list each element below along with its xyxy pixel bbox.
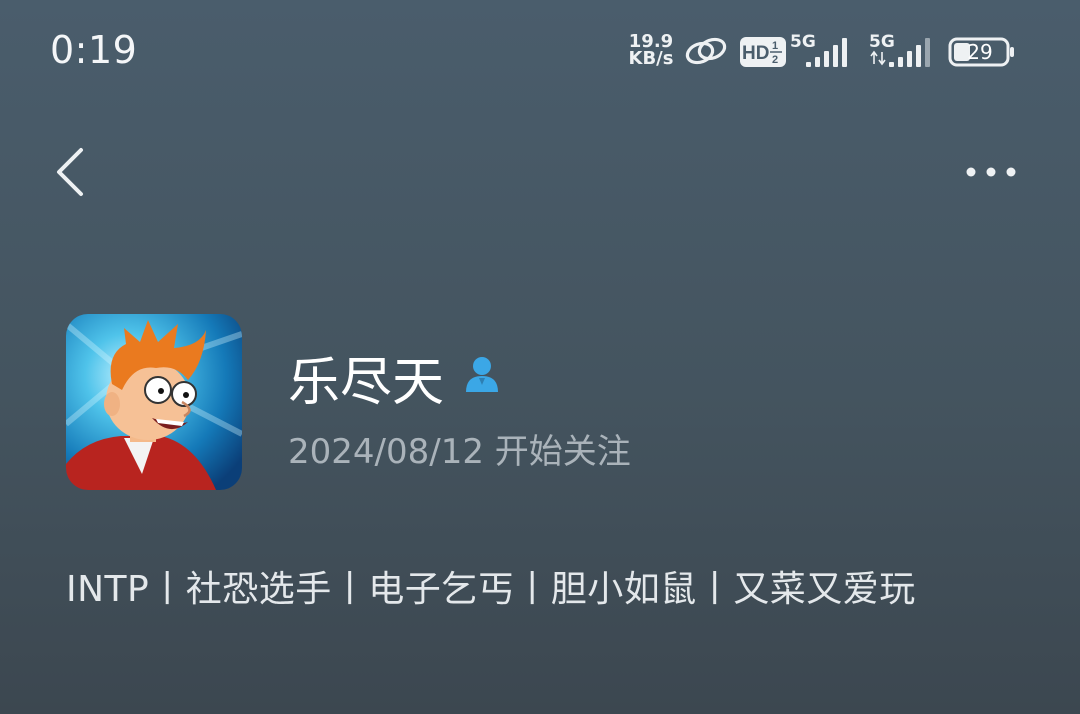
svg-text:2: 2 — [772, 54, 778, 66]
signal-icon — [870, 38, 930, 67]
chevron-left-icon — [57, 148, 83, 196]
sim2-signal: 5G — [869, 32, 937, 72]
battery-level: 29 — [967, 40, 993, 64]
profile-name: 乐尽天 — [288, 353, 445, 413]
follow-since-date: 2024/08/12 开始关注 — [288, 432, 631, 472]
network-speed-unit: KB/s — [628, 48, 674, 69]
more-options-button[interactable] — [956, 150, 1028, 194]
more-horizontal-icon — [966, 167, 1016, 177]
back-button[interactable] — [48, 140, 96, 204]
profile-bio: INTP丨社恐选手丨电子乞丐丨胆小如鼠丨又菜又爱玩 — [66, 569, 916, 610]
sim1-signal: 5G — [790, 32, 858, 72]
link-icon — [685, 37, 727, 65]
avatar[interactable] — [66, 314, 242, 490]
status-time: 0:19 — [50, 28, 138, 72]
hd-voice-icon: HD 1 2 — [740, 37, 786, 67]
network-speed: 19.9 KB/s — [625, 33, 677, 69]
status-bar: 0:19 19.9 KB/s HD 1 2 5G 5G 29 — [0, 0, 1080, 100]
svg-text:1: 1 — [772, 40, 778, 52]
user-icon — [466, 357, 498, 392]
svg-text:HD: HD — [742, 43, 769, 64]
cartoon-avatar-image — [66, 314, 242, 490]
signal-icon — [806, 38, 847, 67]
